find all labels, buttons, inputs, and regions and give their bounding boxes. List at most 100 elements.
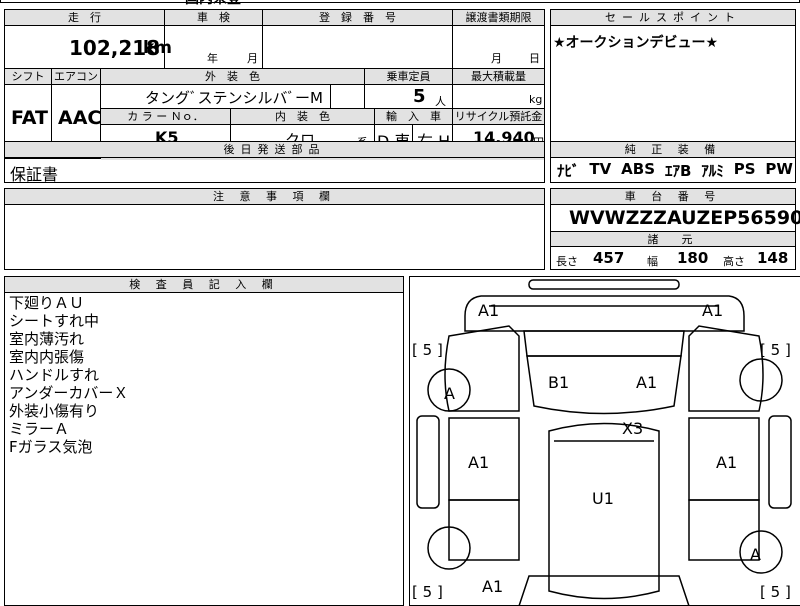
inspector-line: ミラーＡ	[9, 420, 70, 438]
mark-tire-tr: [ 5 ]	[760, 341, 791, 359]
max-load-header: 最大積載量	[453, 69, 544, 85]
inspector-line: 室内内張傷	[9, 348, 85, 366]
capacity-cell: 5 人	[365, 85, 453, 109]
registration-header: 登 録 番 号	[263, 10, 453, 26]
width-label: 幅	[647, 255, 658, 268]
aircon-value: AAC	[58, 107, 102, 129]
mark-a-left-front: A	[444, 384, 455, 403]
length-value: 457	[593, 249, 625, 267]
top-fragment-text: 国内未登	[185, 0, 241, 8]
exterior-color-header: 外 装 色	[101, 69, 365, 85]
length-label: 長さ	[556, 255, 578, 268]
shift-header: シフト	[5, 69, 52, 85]
later-parts-box: 後日発送部品 保証書	[4, 141, 545, 184]
equipment-nav: ﾅﾋﾞ	[557, 162, 580, 180]
height-value: 148	[757, 249, 789, 267]
mileage-cell: 102,218 km	[5, 26, 172, 69]
equipment-airbag: ｴｱB	[664, 162, 692, 180]
top-strip	[0, 0, 800, 3]
mark-a1-left-door: A1	[468, 453, 490, 472]
chassis-number: WVWZZZAUZEP565906	[569, 207, 800, 229]
notes-box: 注 意 事 項 欄	[4, 188, 545, 270]
max-load-cell: kg	[453, 85, 544, 109]
transfer-docs-cell: 月 日	[453, 26, 544, 69]
mark-u1: U1	[592, 489, 614, 508]
equipment-header: 純 正 装 備	[551, 142, 795, 158]
shift-value: FAT	[11, 107, 48, 129]
roof	[548, 422, 660, 600]
aircon-header: エアコン	[52, 69, 101, 85]
wheel-rear-right	[739, 530, 783, 574]
capacity-header: 乗車定員	[365, 69, 453, 85]
inspector-header: 検 査 員 記 入 欄	[5, 277, 403, 293]
chassis-header: 車 台 番 号	[551, 189, 795, 205]
equipment-tv: TV	[589, 160, 612, 178]
mark-a1-right-door: A1	[716, 453, 738, 472]
tire-slot-right	[768, 415, 792, 509]
height-label: 高さ	[723, 255, 745, 268]
color-no-header: カ ラ ー Ｎｏ．	[101, 109, 231, 125]
inspector-line: アンダーカバーＸ	[9, 384, 129, 402]
mark-a1-hood: A1	[636, 373, 658, 392]
front-bumper	[528, 279, 680, 290]
exterior-color-extra-cell	[331, 85, 365, 109]
equipment-list: ﾅﾋﾞ TV ABS ｴｱB ｱﾙﾐ PS PW	[557, 160, 793, 181]
transfer-docs-header: 譲渡書類期限	[453, 10, 544, 26]
inspection-year: 年	[207, 52, 218, 65]
inspector-lines: 下廻りＡＵ シートすれ中 室内薄汚れ 室内内張傷 ハンドルすれ アンダーカバーＸ…	[9, 294, 128, 456]
mark-a1-top-left: A1	[478, 301, 500, 320]
inspection-cell: 年 月	[165, 26, 263, 69]
equipment-abs: ABS	[621, 160, 656, 178]
inspector-line: 外装小傷有り	[9, 402, 100, 420]
recycle-header: リサイクル預託金	[453, 109, 544, 125]
inspector-line: ハンドルすれ	[9, 366, 100, 384]
tire-slot-left	[416, 415, 440, 509]
chassis-box: 車 台 番 号 WVWZZZAUZEP565906 諸 元 長さ 457 幅 1…	[550, 188, 800, 270]
import-header: 輸 入 車	[375, 109, 453, 125]
wheel-front-right	[739, 358, 783, 402]
mark-a1-bottom: A1	[482, 577, 504, 596]
inspector-line: シートすれ中	[9, 312, 100, 330]
left-front-fender	[444, 325, 520, 412]
selling-point-header: セールスポイント	[551, 10, 795, 26]
windshield	[523, 330, 685, 357]
rear-outline	[518, 575, 690, 606]
mark-a-right-rear: A	[750, 545, 761, 564]
mileage-header: 走 行	[5, 10, 165, 26]
selling-point-text: ★オークションデビュー★	[553, 35, 719, 51]
inspector-line: 下廻りＡＵ	[9, 294, 85, 312]
right-rear-door	[688, 499, 760, 561]
mark-tire-br: [ 5 ]	[760, 583, 791, 601]
interior-color-header: 内 装 色	[231, 109, 375, 125]
mark-tire-bl: [ 5 ]	[412, 583, 443, 601]
inspector-line: Fガラス気泡	[9, 438, 93, 456]
later-parts-title: 後日発送部品	[5, 142, 544, 158]
inspection-header: 車 検	[165, 10, 263, 26]
max-load-unit: kg	[529, 93, 543, 106]
exterior-color-cell: タングﾞステンシルバﾞーM	[101, 85, 331, 109]
width-value: 180	[677, 249, 709, 267]
inspector-box: 検 査 員 記 入 欄 下廻りＡＵ シートすれ中 室内薄汚れ 室内内張傷 ハンド…	[4, 276, 404, 606]
equipment-alloy: ｱﾙﾐ	[701, 162, 724, 180]
dimensions-header: 諸 元	[551, 231, 795, 247]
exterior-color-value: タングﾞステンシルバﾞーM	[145, 89, 323, 107]
capacity-unit: 人	[435, 95, 446, 108]
mark-b1: B1	[548, 373, 570, 392]
inspector-line: 室内薄汚れ	[9, 330, 85, 348]
transfer-day: 日	[529, 52, 540, 65]
equipment-pw: PW	[765, 160, 793, 178]
capacity-value: 5	[413, 86, 426, 107]
registration-cell	[263, 26, 453, 69]
vehicle-info-grid: 走 行 車 検 登 録 番 号 譲渡書類期限 102,218 km 年 月 月 …	[4, 9, 545, 160]
mark-a1-top-right: A1	[702, 301, 724, 320]
later-parts-value: 保証書	[10, 165, 59, 184]
mark-x3: X3	[622, 419, 644, 438]
equipment-ps: PS	[733, 160, 756, 178]
car-diagram	[416, 279, 792, 606]
inspection-month: 月	[247, 52, 258, 65]
notes-header: 注 意 事 項 欄	[5, 189, 544, 205]
equipment-box: 純 正 装 備 ﾅﾋﾞ TV ABS ｴｱB ｱﾙﾐ PS PW	[550, 141, 796, 183]
damage-diagram-box: A1 A1 [ 5 ] [ 5 ] B1 A1 A X3 A1 A1 U1 A …	[409, 276, 800, 606]
mark-tire-tl: [ 5 ]	[412, 341, 443, 359]
transfer-month: 月	[491, 52, 502, 65]
